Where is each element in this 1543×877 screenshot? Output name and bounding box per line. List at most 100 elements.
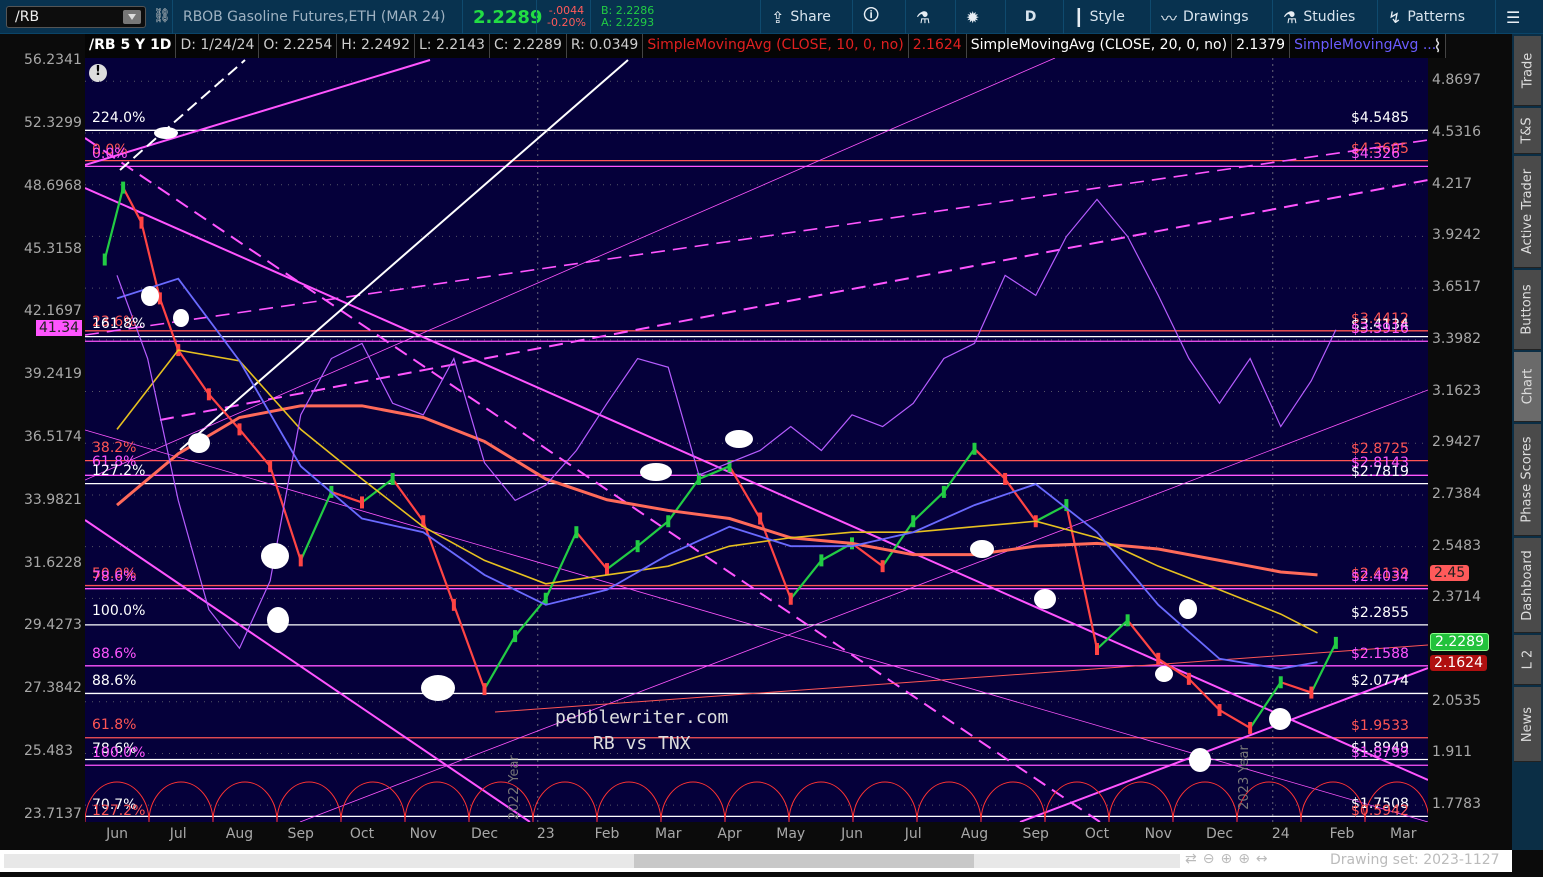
dropdown-icon[interactable] xyxy=(123,10,141,24)
right-axis-tick: 4.217 xyxy=(1432,175,1473,192)
price-segment xyxy=(1280,681,1312,694)
style-button[interactable]: ┃ Style xyxy=(1063,0,1135,34)
time-axis-tick: 24 xyxy=(1271,826,1290,842)
left-axis-tick: 36.5174 xyxy=(24,429,82,446)
time-axis-tick: Oct xyxy=(1084,826,1110,842)
tab-label: Chart xyxy=(1520,368,1536,405)
tab-buttons[interactable]: Buttons xyxy=(1514,270,1541,350)
tab-phase-scores[interactable]: Phase Scores xyxy=(1514,424,1541,536)
fib-right-label: $0.5942 xyxy=(1351,802,1409,819)
info-button[interactable]: 🛈 xyxy=(852,0,889,34)
pct-change: -0.20% xyxy=(547,16,586,29)
settings-button[interactable]: ✹ xyxy=(955,0,989,34)
last-price-badge: 2.2289 xyxy=(1430,633,1489,651)
watermark-site: pebblewriter.com xyxy=(555,707,729,728)
drawings-button[interactable]: 〰 Drawings xyxy=(1150,0,1259,34)
price-segment xyxy=(1188,678,1221,711)
trend-line-dashed[interactable] xyxy=(159,179,1428,421)
right-axis-tick: 4.8697 xyxy=(1432,72,1481,89)
fib-left-label: 161.8% xyxy=(92,316,146,332)
menu-icon: ☰ xyxy=(1506,7,1521,27)
sma10-label[interactable]: SimpleMovingAvg (CLOSE, 10, 0, no) xyxy=(643,34,909,58)
fib-right-label: $4.5485 xyxy=(1351,110,1409,127)
flask-icon: ⚗ xyxy=(1283,7,1298,27)
side-tabs: Trade T&S Active Trader Buttons Chart Phase S… xyxy=(1512,34,1543,850)
trend-line[interactable] xyxy=(179,59,629,451)
bar-date: D: 1/24/24 xyxy=(176,34,260,58)
zoom-controls[interactable]: ⇄⊖⊕⊕↔ xyxy=(1185,851,1274,867)
left-axis-tick: 48.6968 xyxy=(24,177,82,194)
info-icon: 🛈 xyxy=(863,4,880,24)
left-axis-tick: 29.4273 xyxy=(24,617,82,634)
aggregation-button[interactable]: D xyxy=(1005,0,1055,34)
symbol-selector[interactable]: /RB xyxy=(6,6,146,28)
fib-right-label: $2.1588 xyxy=(1351,645,1409,662)
fib-left-label: 127.2% xyxy=(92,803,146,819)
candle xyxy=(666,515,671,528)
tab-active-trader[interactable]: Active Trader xyxy=(1514,156,1541,268)
price-segment xyxy=(606,545,639,570)
bar-high: H: 2.2492 xyxy=(337,34,415,58)
fib-left-label: 224.0% xyxy=(92,110,146,126)
time-axis-tick: Sep xyxy=(287,826,314,842)
candle xyxy=(139,216,144,229)
tab-t-s[interactable]: T&S xyxy=(1514,108,1541,154)
candle xyxy=(758,512,763,525)
sma3-label[interactable]: SimpleMovingAvg ... xyxy=(1290,34,1447,58)
left-axis-tick: 39.2419 xyxy=(24,366,82,383)
tab-l-2[interactable]: L 2 xyxy=(1514,635,1541,685)
candle xyxy=(1125,614,1130,627)
candle xyxy=(941,485,946,498)
price-segment xyxy=(942,448,976,493)
studies-button[interactable]: ⚗ Studies xyxy=(1272,0,1365,34)
time-axis-tick: Oct xyxy=(349,826,375,842)
right-axis-tick: 2.7384 xyxy=(1432,485,1481,502)
menu-button[interactable]: ☰ xyxy=(1495,0,1530,34)
tab-label: Phase Scores xyxy=(1520,436,1536,523)
tab-news[interactable]: News xyxy=(1514,687,1541,762)
flask-button[interactable]: ⚗ xyxy=(905,0,940,34)
left-axis-tick: 31.6228 xyxy=(24,554,82,571)
time-axis-tick: Dec xyxy=(470,826,499,842)
tab-label: Dashboard xyxy=(1520,549,1535,621)
trend-line[interactable] xyxy=(494,644,1428,713)
link-icon[interactable]: ⛓ xyxy=(153,8,171,24)
fib-right-label: $1.8799 xyxy=(1351,745,1409,762)
tab-trade[interactable]: Trade xyxy=(1514,36,1541,106)
flask-icon: ⚗ xyxy=(916,7,931,27)
candle xyxy=(1248,721,1253,734)
fib-lines xyxy=(85,129,1428,818)
right-axis-tick: 2.3714 xyxy=(1432,589,1481,606)
tab-label: News xyxy=(1520,706,1536,742)
tab-dashboard[interactable]: Dashboard xyxy=(1514,538,1541,633)
patterns-button[interactable]: ↯ Patterns xyxy=(1377,0,1475,34)
right-axis-tick: 2.0535 xyxy=(1432,692,1481,709)
bottom-bar: ⇄⊖⊕⊕↔ Drawing set: 2023-1127 xyxy=(0,850,1512,872)
scale-icon[interactable]: ⌇ xyxy=(1433,36,1442,57)
year-label-2022: 2022 Year xyxy=(506,755,522,820)
tab-chart[interactable]: Chart xyxy=(1514,352,1541,422)
trend-line[interactable] xyxy=(85,519,531,822)
share-button[interactable]: ⇪ Share xyxy=(760,0,841,34)
candle xyxy=(206,388,211,401)
price-segment xyxy=(177,349,210,395)
candle xyxy=(574,526,579,539)
horizontal-scrollbar[interactable] xyxy=(4,854,1180,868)
tnx-last-badge: 41.34 xyxy=(36,320,83,336)
candle xyxy=(911,515,916,528)
scrollbar-thumb[interactable] xyxy=(634,854,974,868)
fib-right-label: $2.4034 xyxy=(1351,568,1409,585)
drawing-set[interactable]: Drawing set: 2023-1127 xyxy=(1330,852,1500,868)
trend-line-dashed[interactable] xyxy=(85,139,1428,336)
gear-icon: ✹ xyxy=(966,7,980,27)
fib-left-label: 127.2% xyxy=(92,463,146,479)
candle xyxy=(237,423,242,436)
sma200-badge: 2.45 xyxy=(1430,565,1470,581)
right-axis-tick: 4.5316 xyxy=(1432,124,1481,140)
candle xyxy=(482,683,487,696)
right-axis-tick: 3.1623 xyxy=(1432,382,1481,399)
fib-left-label: 78.6% xyxy=(92,569,137,585)
price-segment xyxy=(1218,709,1251,729)
sma20-label[interactable]: SimpleMovingAvg (CLOSE, 20, 0, no) xyxy=(967,34,1233,58)
right-axis-tick: 2.5483 xyxy=(1432,537,1481,554)
